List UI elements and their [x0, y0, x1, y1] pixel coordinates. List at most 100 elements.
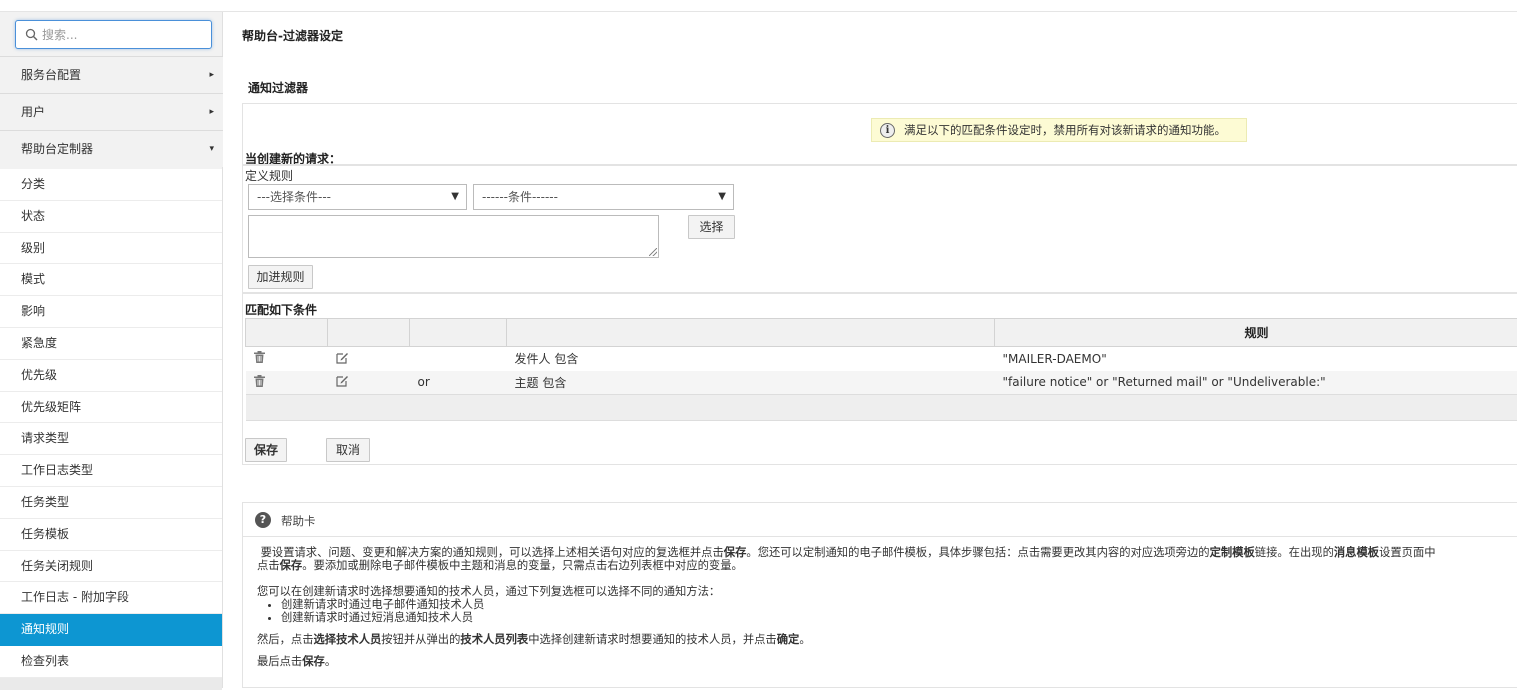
sidebar-menu: 分类 状态 级别 模式 影响 紧急度 优先级 优先级矩阵 请求类型 工作日志类型…	[0, 169, 222, 690]
sidebar-item-notification-rules[interactable]: 通知规则	[0, 614, 222, 646]
sidebar: 服务台配置 ▸ 用户 ▸ 帮助台定制器 ▾ 分类 状态 级别 模式 影响 紧急度…	[0, 12, 223, 688]
operator-cell	[410, 347, 507, 371]
help-text-bold: 消息模板	[1334, 546, 1379, 559]
sidebar-item-priority-matrix[interactable]: 优先级矩阵	[0, 392, 222, 424]
help-text-bold: 保存	[302, 655, 325, 668]
dropdown-arrow-icon: ▼	[451, 185, 459, 209]
help-text-bold: 定制模板	[1210, 546, 1255, 559]
help-text: 要设置请求、问题、变更和解决方案的通知规则，可以选择上述相关语句对应的复选框并点…	[261, 546, 724, 559]
choose-button[interactable]: 选择	[688, 215, 735, 239]
criteria-select[interactable]: ------条件------ ▼	[473, 184, 734, 210]
search-box[interactable]	[15, 20, 212, 49]
sidebar-group-service-desk-config[interactable]: 服务台配置 ▸	[0, 56, 223, 93]
sidebar-item-category[interactable]: 分类	[0, 169, 222, 201]
help-card-body: 要设置请求、问题、变更和解决方案的通知规则，可以选择上述相关语句对应的复选框并点…	[257, 546, 1517, 668]
table-row: or 主题 包含 "failure notice" or "Returned m…	[246, 371, 1517, 395]
edit-cell	[328, 371, 410, 395]
section-title: 通知过滤器	[248, 79, 308, 96]
chevron-right-icon: ▸	[209, 57, 214, 93]
help-bullet-list: 创建新请求时通过电子邮件通知技术人员 创建新请求时通过短消息通知技术人员	[281, 598, 1517, 624]
match-conditions-label: 匹配如下条件	[245, 301, 317, 318]
sidebar-item-worklog-type[interactable]: 工作日志类型	[0, 455, 222, 487]
sidebar-group-helpdesk-customizer[interactable]: 帮助台定制器 ▾	[0, 130, 223, 167]
chevron-down-icon: ▾	[209, 131, 214, 167]
help-paragraph: 最后点击保存。	[257, 655, 1517, 668]
divider	[243, 164, 1517, 166]
trash-icon[interactable]	[254, 375, 265, 387]
divider	[243, 292, 1517, 294]
help-text: 您可以在创建新请求时选择想要通知的技术人员，通过下列复选框可以选择不同的通知方法…	[257, 585, 720, 598]
operator-cell: or	[410, 371, 507, 395]
help-card: ? 帮助卡 要设置请求、问题、变更和解决方案的通知规则，可以选择上述相关语句对应…	[242, 502, 1517, 688]
sidebar-item-urgency[interactable]: 紧急度	[0, 328, 222, 360]
help-text-bold: 保存	[280, 559, 303, 572]
add-rule-button[interactable]: 加进规则	[248, 265, 313, 289]
rule-value-textarea[interactable]	[248, 215, 659, 258]
trash-icon[interactable]	[254, 351, 265, 363]
delete-cell	[246, 347, 328, 371]
help-text: 点击	[257, 559, 280, 572]
sidebar-item-impact[interactable]: 影响	[0, 296, 222, 328]
sidebar-group-users[interactable]: 用户 ▸	[0, 93, 223, 130]
sidebar-item-worklog-fields[interactable]: 工作日志 - 附加字段	[0, 582, 222, 614]
help-text: 中选择创建新请求时想要通知的技术人员，并点击	[528, 633, 777, 646]
help-card-header: ? 帮助卡	[243, 503, 1517, 537]
help-text-bold: 保存	[724, 546, 747, 559]
sidebar-group-label: 帮助台定制器	[21, 142, 93, 156]
condition-select-value: ---选择条件---	[257, 190, 331, 204]
help-card-title: 帮助卡	[281, 513, 316, 529]
rules-table: 规则 发件人 包含 "MAILE	[245, 318, 1517, 421]
help-icon: ?	[255, 512, 271, 528]
value-cell: "MAILER-DAEMO"	[995, 347, 1517, 371]
main-content: 帮助台-过滤器设定 通知过滤器 i 满足以下的匹配条件设定时，禁用所有对该新请求…	[242, 0, 1517, 688]
help-text-bold: 技术人员列表	[460, 633, 528, 646]
search-icon	[25, 28, 38, 41]
resize-grip-icon[interactable]	[649, 248, 657, 256]
sidebar-item-status[interactable]: 状态	[0, 201, 222, 233]
table-header-cell	[246, 319, 328, 347]
help-paragraph: 您可以在创建新请求时选择想要通知的技术人员，通过下列复选框可以选择不同的通知方法…	[257, 585, 1517, 598]
sidebar-item-mode[interactable]: 模式	[0, 264, 222, 296]
save-button[interactable]: 保存	[245, 438, 287, 462]
sidebar-group-label: 服务台配置	[21, 68, 81, 82]
help-text: 链接。在出现的	[1255, 546, 1334, 559]
info-message: i 满足以下的匹配条件设定时，禁用所有对该新请求的通知功能。	[871, 118, 1247, 142]
edit-icon[interactable]	[336, 374, 349, 387]
help-text: 设置页面中	[1379, 546, 1436, 559]
table-empty-row	[246, 395, 1517, 421]
edit-cell	[328, 347, 410, 371]
help-bullet: 创建新请求时通过电子邮件通知技术人员	[281, 598, 1517, 611]
help-paragraph: 要设置请求、问题、变更和解决方案的通知规则，可以选择上述相关语句对应的复选框并点…	[257, 546, 1517, 559]
value-cell: "failure notice" or "Returned mail" or "…	[995, 371, 1517, 395]
help-text-bold: 确定	[777, 633, 800, 646]
help-text: 最后点击	[257, 655, 302, 668]
define-rules-label: 定义规则	[245, 167, 293, 184]
table-header-cell	[410, 319, 507, 347]
help-text: 。	[325, 655, 336, 668]
dropdown-arrow-icon: ▼	[718, 185, 726, 209]
sidebar-item-task-template[interactable]: 任务模板	[0, 519, 222, 551]
help-text: 。	[799, 633, 810, 646]
sidebar-item-priority[interactable]: 优先级	[0, 360, 222, 392]
criteria-select-value: ------条件------	[482, 190, 558, 204]
chevron-right-icon: ▸	[209, 94, 214, 130]
condition-select[interactable]: ---选择条件--- ▼	[248, 184, 467, 210]
sidebar-item-request-type[interactable]: 请求类型	[0, 423, 222, 455]
table-header-cell	[328, 319, 410, 347]
help-text: 然后，点击	[257, 633, 314, 646]
delete-cell	[246, 371, 328, 395]
sidebar-item-task-type[interactable]: 任务类型	[0, 487, 222, 519]
cancel-button[interactable]: 取消	[326, 438, 370, 462]
search-input[interactable]	[42, 26, 202, 44]
help-text: 。您还可以定制通知的电子邮件模板，具体步骤包括：点击需要更改其内容的对应选项旁边…	[746, 546, 1209, 559]
help-text: 按钮并从弹出的	[381, 633, 460, 646]
table-header-rule: 规则	[995, 319, 1517, 347]
sidebar-item-task-close-rules[interactable]: 任务关闭规则	[0, 551, 222, 583]
table-row: 发件人 包含 "MAILER-DAEMO"	[246, 347, 1517, 371]
edit-icon[interactable]	[336, 351, 349, 364]
help-text: 。要添加或删除电子邮件模板中主题和消息的变量，只需点击右边列表框中对应的变量。	[302, 559, 743, 572]
help-paragraph: 点击保存。要添加或删除电子邮件模板中主题和消息的变量，只需点击右边列表框中对应的…	[257, 559, 1517, 572]
sidebar-item-checklist[interactable]: 检查列表	[0, 646, 222, 678]
sidebar-item-level[interactable]: 级别	[0, 233, 222, 265]
table-header-row: 规则	[246, 319, 1517, 347]
